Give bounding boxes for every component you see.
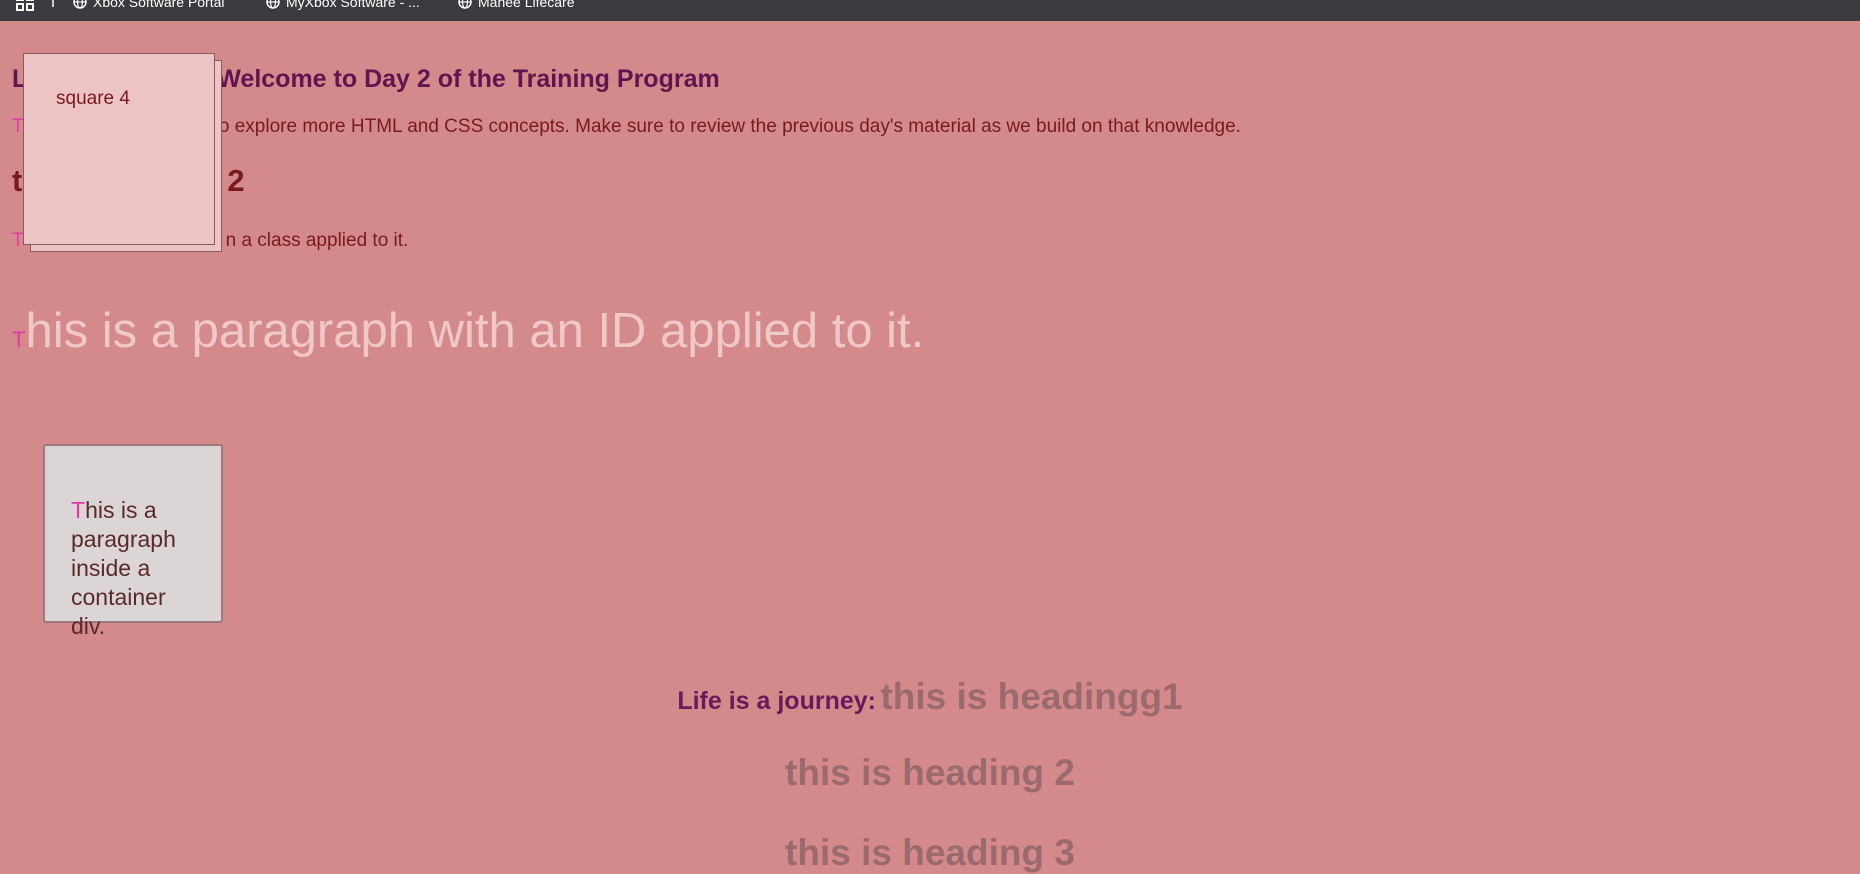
square-4: square 4: [23, 53, 215, 245]
heading-1: this is headingg1: [880, 676, 1183, 717]
tag-heading-prefix: t: [12, 163, 23, 198]
id-first-letter: T: [12, 327, 26, 352]
globe-icon: [73, 0, 87, 9]
class-text: n a class applied to it.: [225, 230, 409, 251]
intro-text: to explore more HTML and CSS concepts. M…: [213, 116, 1241, 137]
bookmark-xbox-portal[interactable]: Xbox Software Portal: [73, 0, 225, 11]
square-label: square 4: [56, 88, 130, 109]
globe-icon: [458, 0, 472, 9]
globe-icon: [266, 0, 280, 9]
life-heading-row: Life is a journey: this is headingg1: [0, 676, 1860, 718]
bookmark-label: Mahee Lifecare: [478, 0, 575, 10]
bookmark-myxbox-software[interactable]: MyXbox Software - ...: [266, 0, 420, 11]
life-label: Life is a journey:: [677, 687, 876, 715]
bookmarks-bar: Xbox Software Portal MyXbox Software - .…: [0, 0, 1860, 21]
container-div: This is a paragraph inside a container d…: [43, 444, 223, 639]
bookmark-mahee-lifecare[interactable]: Mahee Lifecare: [458, 0, 575, 11]
tag-heading-suffix: 2: [227, 163, 245, 198]
id-text: his is a paragraph with an ID applied to…: [25, 304, 925, 358]
id-paragraph: This is a paragraph with an ID applied t…: [12, 303, 924, 359]
class-first-letter: T: [12, 230, 24, 251]
container-first-letter: T: [71, 497, 86, 523]
intro-first-letter: T: [12, 116, 24, 137]
heading-2: this is heading 2: [785, 752, 1075, 793]
bookmarks-divider: [52, 0, 54, 7]
welcome-heading-text: Welcome to Day 2 of the Training Program: [217, 65, 720, 93]
container-text: his is a paragraph inside a container di…: [71, 497, 176, 639]
apps-grid-icon[interactable]: [16, 0, 34, 11]
heading-3: this is heading 3: [785, 832, 1075, 873]
web-page: L Welcome to Day 2 of the Training Progra…: [0, 21, 1860, 873]
container-paragraph: This is a paragraph inside a container d…: [71, 496, 201, 641]
bookmark-label: MyXbox Software - ...: [286, 0, 420, 10]
bookmark-label: Xbox Software Portal: [93, 0, 225, 10]
